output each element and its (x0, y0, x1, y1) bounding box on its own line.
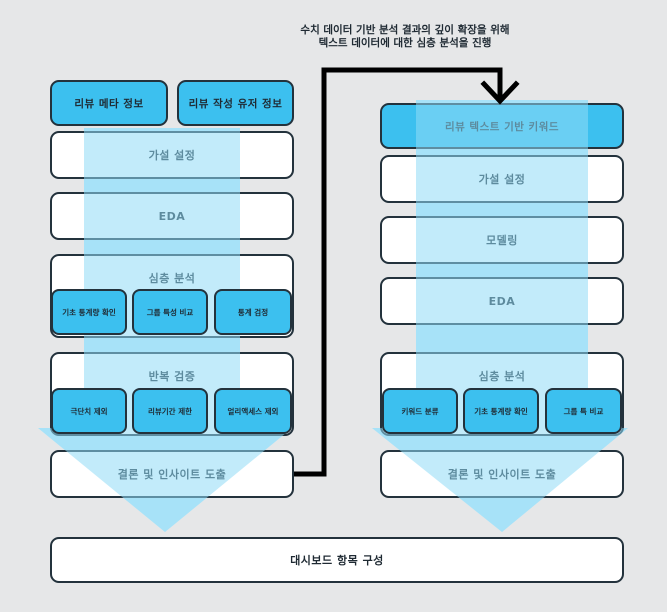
left-hypothesis-box: 가설 설정 (50, 131, 294, 179)
left-eda-box: EDA (50, 192, 294, 240)
group-compare-label: 그룹 특 비교 (563, 406, 604, 416)
left-deep-analysis-title: 심층 분석 (148, 272, 196, 285)
review-text-keyword-box: 리뷰 텍스트 기반 키워드 (380, 103, 624, 149)
left-repeat-validation-title: 반복 검증 (148, 370, 196, 383)
group-compare-chip: 그룹 특 비교 (545, 388, 622, 434)
group-feature-compare-label: 그룹 특성 비교 (146, 307, 194, 317)
right-eda-box: EDA (380, 277, 624, 325)
left-eda-label: EDA (158, 209, 186, 223)
exclude-early-access-label: 얼리액세스 제외 (227, 406, 279, 416)
exclude-outliers-label: 극단치 제외 (70, 406, 108, 416)
left-conclusion-label: 결론 및 인사이트 도출 (117, 468, 227, 481)
right-hypothesis-box: 가설 설정 (380, 155, 624, 203)
exclude-early-access-chip: 얼리액세스 제외 (214, 388, 292, 434)
transition-note-line-1: 수치 데이터 기반 분석 결과의 깊이 확장을 위해 (300, 24, 510, 36)
left-conclusion-box: 결론 및 인사이트 도출 (50, 450, 294, 498)
right-modeling-label: 모델링 (486, 234, 518, 247)
limit-review-period-label: 리뷰기간 제한 (147, 406, 192, 416)
transition-note-line-2: 텍스트 데이터에 대한 심층 분석을 진행 (318, 37, 492, 49)
dashboard-label: 대시보드 항목 구성 (290, 554, 384, 567)
review-text-keyword-label: 리뷰 텍스트 기반 키워드 (444, 120, 560, 133)
right-basic-stats-check-chip: 기초 통계량 확인 (463, 388, 539, 434)
limit-review-period-chip: 리뷰기간 제한 (132, 388, 208, 434)
left-hypothesis-label: 가설 설정 (148, 149, 196, 162)
right-basic-stats-check-label: 기초 통계량 확인 (474, 406, 528, 416)
stat-test-chip: 통계 검정 (214, 289, 292, 335)
stat-test-label: 통계 검정 (237, 307, 269, 317)
right-conclusion-box: 결론 및 인사이트 도출 (380, 450, 624, 498)
review-author-info-box: 리뷰 작성 유저 정보 (177, 80, 294, 126)
dashboard-box: 대시보드 항목 구성 (50, 537, 624, 583)
right-hypothesis-label: 가설 설정 (478, 173, 526, 186)
review-author-info-label: 리뷰 작성 유저 정보 (188, 97, 283, 110)
right-eda-label: EDA (488, 294, 516, 308)
exclude-outliers-chip: 극단치 제외 (51, 388, 127, 434)
review-meta-info-label: 리뷰 메타 정보 (74, 97, 144, 110)
right-conclusion-label: 결론 및 인사이트 도출 (447, 468, 557, 481)
basic-stats-check-label: 기초 통계량 확인 (62, 307, 116, 317)
transition-note: 수치 데이터 기반 분석 결과의 깊이 확장을 위해 텍스트 데이터에 대한 심… (250, 24, 560, 50)
workflow-diagram: 수치 데이터 기반 분석 결과의 깊이 확장을 위해 텍스트 데이터에 대한 심… (0, 0, 667, 612)
basic-stats-check-chip: 기초 통계량 확인 (51, 289, 127, 335)
keyword-classification-label: 키워드 분류 (401, 406, 439, 416)
right-deep-analysis-title: 심층 분석 (478, 370, 526, 383)
right-modeling-box: 모델링 (380, 216, 624, 264)
review-meta-info-box: 리뷰 메타 정보 (50, 80, 168, 126)
keyword-classification-chip: 키워드 분류 (382, 388, 458, 434)
group-feature-compare-chip: 그룹 특성 비교 (132, 289, 208, 335)
